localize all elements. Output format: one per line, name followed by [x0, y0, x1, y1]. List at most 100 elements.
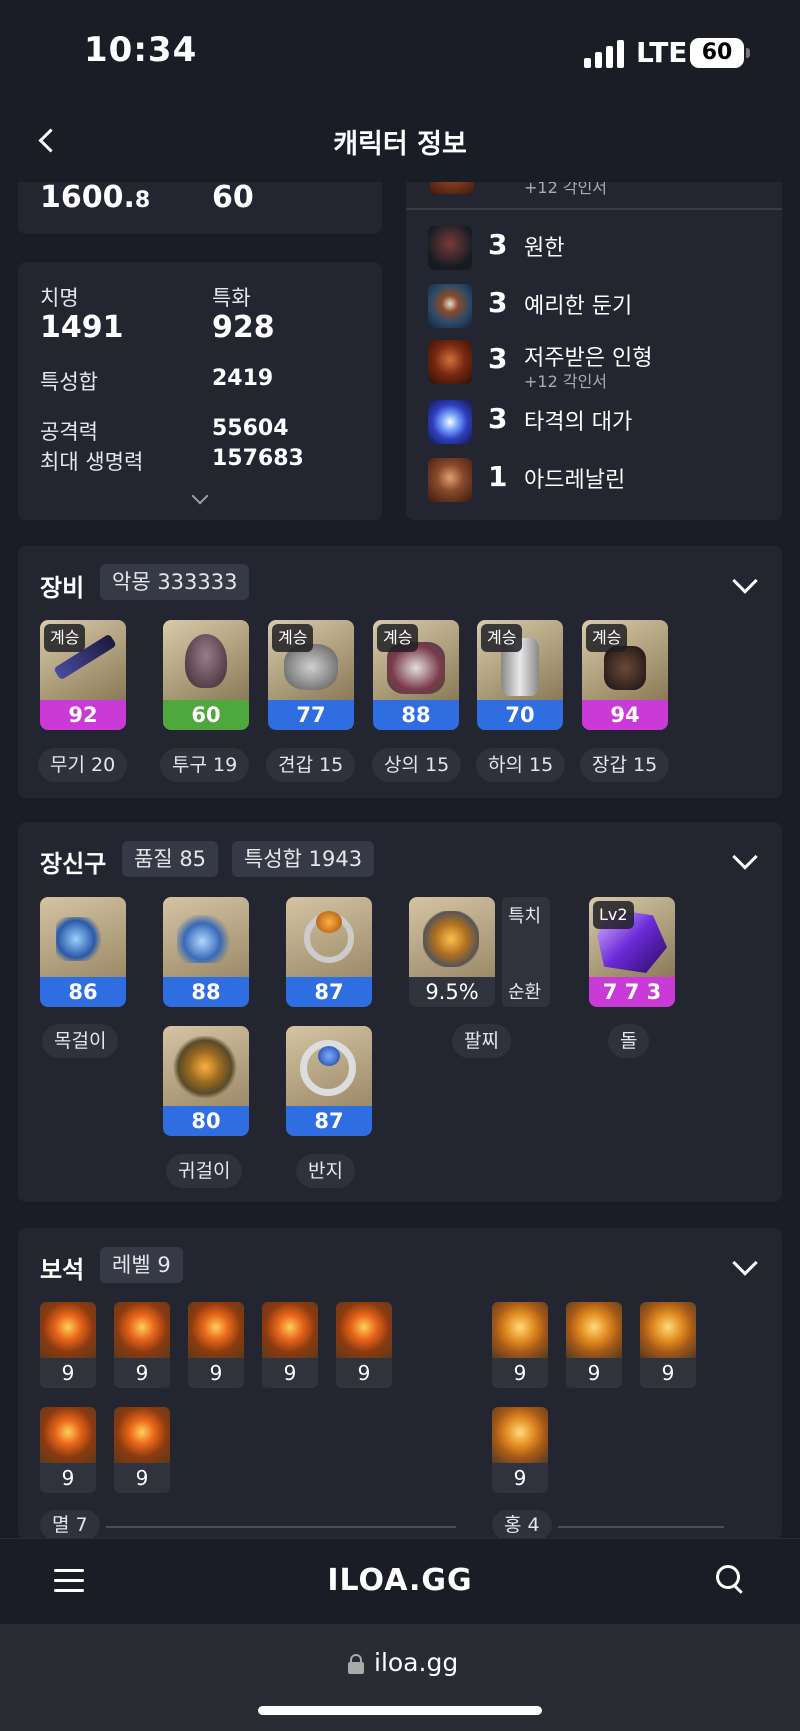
home-indicator[interactable] — [258, 1706, 542, 1715]
gem-level: 9 — [661, 1361, 675, 1385]
accessory-slot-earring-1[interactable]: 88 — [163, 897, 249, 1007]
engraving-row[interactable]: 3 저주받은 인형 +12 각인서 — [426, 336, 776, 391]
engraving-icon — [428, 458, 472, 502]
equipment-set-pill: 악몽 333333 — [100, 564, 250, 600]
quality-value: 80 — [163, 1106, 249, 1136]
damage-gem-icon — [114, 1407, 170, 1463]
gem-slot-red[interactable]: 9 — [114, 1407, 170, 1493]
gem-slot-red[interactable]: 9 — [114, 1302, 170, 1388]
accessory-label-stone: 돌 — [608, 1024, 650, 1058]
engraving-level: 1 — [488, 460, 508, 493]
attack-label: 공격력 — [40, 420, 98, 444]
gem-slot-red[interactable]: 9 — [40, 1407, 96, 1493]
engraving-row[interactable]: 3 타격의 대가 — [426, 396, 776, 448]
spec-label: 특화 — [212, 286, 251, 310]
gem-slot-cooldown[interactable]: 9 — [492, 1407, 548, 1493]
search-icon[interactable] — [716, 1565, 746, 1597]
screen: 1600.8 60 치명 1491 특화 928 특성합 2419 공격력 55… — [0, 0, 800, 1731]
earring-icon — [163, 1026, 249, 1106]
gem-level: 9 — [61, 1361, 75, 1385]
gems-title: 보석 — [40, 1256, 85, 1284]
gem-level: 9 — [283, 1361, 297, 1385]
gem-slot-red[interactable]: 9 — [188, 1302, 244, 1388]
succession-tag: 계승 — [377, 624, 419, 652]
page-title: 캐릭터 정보 — [333, 129, 467, 160]
accessories-total-pill: 특성합 1943 — [232, 841, 375, 877]
engraving-level: 3 — [488, 228, 508, 261]
quality-value: 87 — [286, 977, 372, 1007]
quality-value: 92 — [40, 700, 126, 730]
equipment-slot-gloves[interactable]: 계승 94 — [582, 620, 668, 730]
equipment-slot-weapon[interactable]: 계승 92 — [40, 620, 126, 730]
equipment-slot-helmet[interactable]: 60 — [163, 620, 249, 730]
accessory-slot-stone[interactable]: Lv2 7 7 3 — [589, 897, 675, 1007]
engraving-icon — [428, 340, 472, 384]
succession-tag: 계승 — [481, 624, 523, 652]
gem-level: 9 — [587, 1361, 601, 1385]
gem-level: 9 — [513, 1361, 527, 1385]
site-logo[interactable]: ILOA.GG — [0, 1563, 800, 1598]
equipment-slot-pants[interactable]: 계승 70 — [477, 620, 563, 730]
equipment-label-weapon: 무기 20 — [38, 748, 128, 782]
spec-value: 928 — [212, 310, 275, 345]
accessory-slot-ring-1[interactable]: 87 — [286, 897, 372, 1007]
engraving-level: 3 — [488, 402, 508, 435]
quality-value: 60 — [163, 700, 249, 730]
accessory-slot-earring-2[interactable]: 80 — [163, 1026, 249, 1136]
succession-tag: 계승 — [272, 624, 314, 652]
equipment-slot-chest[interactable]: 계승 88 — [373, 620, 459, 730]
damage-gem-icon — [114, 1302, 170, 1358]
network-type: LTE — [636, 36, 688, 69]
accessory-slot-ring-2[interactable]: 87 — [286, 1026, 372, 1136]
helmet-icon — [163, 620, 249, 700]
engraving-row[interactable]: 1 아드레날린 — [426, 454, 776, 506]
engraving-row[interactable]: 3 예리한 둔기 — [426, 280, 776, 332]
engraving-row[interactable]: 3 원한 — [426, 222, 776, 274]
ring-icon — [286, 1026, 372, 1106]
stone-value: 7 7 3 — [589, 977, 675, 1007]
gem-slot-red[interactable]: 9 — [262, 1302, 318, 1388]
equipment-title: 장비 — [40, 574, 85, 602]
gem-slot-cooldown[interactable]: 9 — [640, 1302, 696, 1388]
accessory-label-ring: 반지 — [296, 1154, 355, 1188]
gems-blue-divider — [558, 1526, 724, 1528]
engraving-divider — [406, 208, 782, 210]
total-stats-label: 특성합 — [40, 370, 98, 394]
gems-red-divider — [106, 1526, 456, 1528]
engraving-name: 아드레날린 — [524, 468, 626, 493]
gem-level: 9 — [61, 1466, 75, 1490]
gems-level-pill: 레벨 9 — [100, 1247, 183, 1283]
bracelet-value: 9.5% — [409, 977, 495, 1007]
item-level-value: 1600.8 — [40, 180, 151, 215]
engraving-icon — [428, 284, 472, 328]
attack-value: 55604 — [212, 416, 289, 441]
battery-icon: 60 — [690, 38, 744, 68]
quality-value: 88 — [373, 700, 459, 730]
engraving-icon — [428, 400, 472, 444]
gem-slot-cooldown[interactable]: 9 — [566, 1302, 622, 1388]
total-stats-value: 2419 — [212, 366, 274, 391]
damage-gem-icon — [40, 1407, 96, 1463]
accessory-label-necklace: 목걸이 — [42, 1024, 119, 1058]
quality-value: 88 — [163, 977, 249, 1007]
succession-tag: 계승 — [44, 624, 86, 652]
browser-url-bar[interactable]: iloa.gg — [0, 1624, 800, 1731]
equipment-label-chest: 상의 15 — [372, 748, 462, 782]
gem-level: 9 — [135, 1466, 149, 1490]
accessory-slot-bracelet[interactable]: 9.5% — [409, 897, 495, 1007]
accessory-slot-necklace[interactable]: 86 — [40, 897, 126, 1007]
damage-gem-icon — [188, 1302, 244, 1358]
signal-icon — [584, 40, 626, 68]
cooldown-gem-icon — [492, 1302, 548, 1358]
gem-slot-cooldown[interactable]: 9 — [492, 1302, 548, 1388]
gem-slot-red[interactable]: 9 — [336, 1302, 392, 1388]
url-text[interactable]: iloa.gg — [374, 1648, 458, 1677]
gems-blue-count: 홍 4 — [492, 1510, 552, 1540]
equipment-label-helmet: 투구 19 — [160, 748, 250, 782]
engraving-sub: +12 각인서 — [524, 372, 608, 391]
page-header: 캐릭터 정보 — [0, 100, 800, 182]
quality-value: 87 — [286, 1106, 372, 1136]
gem-slot-red[interactable]: 9 — [40, 1302, 96, 1388]
engraving-name: 타격의 대가 — [524, 410, 633, 435]
equipment-slot-shoulder[interactable]: 계승 77 — [268, 620, 354, 730]
